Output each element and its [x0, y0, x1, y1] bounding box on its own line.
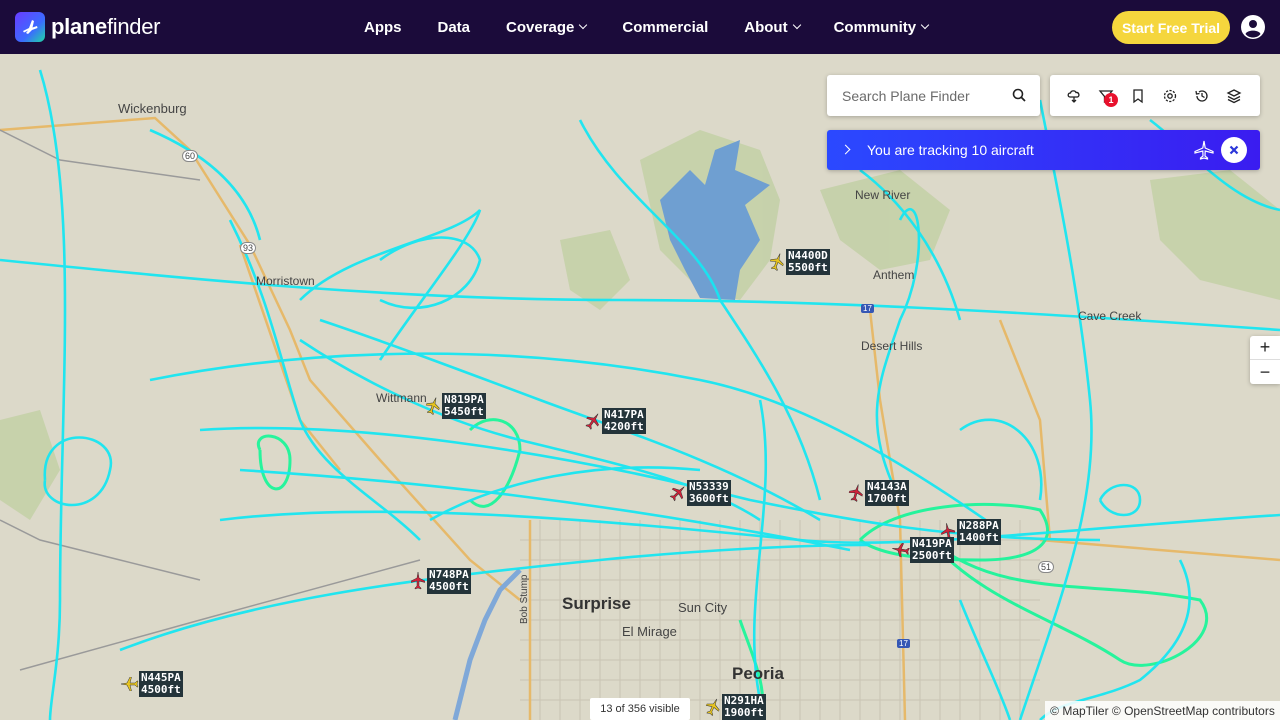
aircraft-marker[interactable]: N748PA 4500ft	[411, 568, 471, 594]
interstate-shield-17-north: 17	[861, 304, 874, 313]
aircraft-label: N419PA 2500ft	[910, 537, 954, 563]
aircraft-label: N53339 3600ft	[687, 480, 731, 506]
logo-icon	[15, 12, 45, 42]
aircraft-marker[interactable]: N4400D 5500ft	[769, 249, 830, 275]
top-nav: planefinder Apps Data Coverage Commercia…	[0, 0, 1280, 54]
aircraft-icon	[705, 698, 720, 716]
aircraft-icon	[585, 413, 600, 430]
tracking-banner[interactable]: You are tracking 10 aircraft	[827, 130, 1260, 170]
nav-about[interactable]: About	[744, 19, 801, 36]
visible-aircraft-count: 13 of 356 visible	[590, 698, 690, 720]
aircraft-icon	[425, 397, 440, 415]
place-surprise: Surprise	[562, 594, 631, 613]
place-wittmann: Wittmann	[376, 391, 427, 405]
settings-icon[interactable]	[1162, 88, 1178, 104]
close-tracking-button[interactable]	[1221, 137, 1247, 163]
search-icon[interactable]	[1012, 88, 1026, 102]
search-box	[827, 75, 1040, 116]
planefinder-logo[interactable]: planefinder	[15, 12, 161, 42]
aircraft-label: N288PA 1400ft	[957, 519, 1001, 545]
logo-wordmark: planefinder	[51, 14, 161, 39]
chevron-down-icon	[920, 20, 930, 30]
highway-shield-60: 60	[182, 150, 199, 162]
chevron-right-icon[interactable]	[840, 144, 851, 155]
aircraft-icon	[411, 572, 425, 590]
zoom-out-button[interactable]: −	[1250, 360, 1280, 384]
aircraft-icon	[769, 253, 784, 271]
place-peoria: Peoria	[732, 664, 784, 683]
place-new-river: New River	[855, 188, 911, 202]
place-cave-creek: Cave Creek	[1078, 309, 1142, 323]
aircraft-icon	[121, 677, 139, 691]
place-anthem: Anthem	[873, 268, 915, 282]
layers-icon[interactable]	[1226, 88, 1242, 104]
main-menu: Apps Data Coverage Commercial About Comm…	[364, 0, 930, 54]
account-icon[interactable]	[1241, 15, 1265, 39]
map-toolbar	[1050, 75, 1260, 116]
place-desert-hills: Desert Hills	[861, 339, 923, 353]
aircraft-label: N4143A 1700ft	[865, 480, 909, 506]
chevron-down-icon	[579, 20, 588, 30]
history-icon[interactable]	[1194, 88, 1210, 104]
aircraft-icon	[892, 542, 910, 558]
aircraft-icon	[669, 486, 685, 502]
aircraft-marker[interactable]: N4143A 1700ft	[848, 480, 909, 506]
search-input[interactable]	[842, 87, 1002, 104]
highway-shield-93: 93	[240, 242, 257, 254]
nav-commercial[interactable]: Commercial	[622, 19, 708, 36]
aircraft-label: N819PA 5450ft	[442, 393, 486, 419]
map-attribution[interactable]: © MapTiler © OpenStreetMap contributors	[1045, 701, 1280, 720]
nav-data[interactable]: Data	[438, 19, 471, 36]
nav-apps[interactable]: Apps	[364, 19, 402, 36]
aircraft-label: N4400D 5500ft	[786, 249, 830, 275]
zoom-control: + −	[1250, 336, 1280, 384]
aircraft-marker[interactable]: N445PA 4500ft	[121, 671, 183, 697]
bookmark-icon[interactable]	[1130, 88, 1146, 104]
aircraft-marker[interactable]: N417PA 4200ft	[585, 408, 646, 434]
nav-community[interactable]: Community	[834, 19, 930, 36]
highway-shield-51: 51	[1038, 561, 1055, 573]
filter-count-badge: 1	[1104, 93, 1118, 107]
place-el-mirage: El Mirage	[622, 624, 677, 639]
start-free-trial-button[interactable]: Start Free Trial	[1112, 11, 1230, 44]
road-bob-stump: Bob Stump	[519, 574, 530, 624]
aircraft-marker[interactable]: N53339 3600ft	[669, 480, 731, 506]
tracking-text: You are tracking 10 aircraft	[867, 142, 1034, 158]
nav-coverage[interactable]: Coverage	[506, 19, 588, 36]
weather-icon[interactable]	[1066, 88, 1082, 104]
aircraft-label: N291HA 1900ft	[722, 694, 766, 720]
aircraft-icon	[848, 484, 864, 502]
aircraft-marker[interactable]: N291HA 1900ft	[705, 694, 766, 720]
aircraft-label: N445PA 4500ft	[139, 671, 183, 697]
interstate-shield-17-south: 17	[897, 639, 910, 648]
aircraft-label: N748PA 4500ft	[427, 568, 471, 594]
zoom-in-button[interactable]: +	[1250, 336, 1280, 360]
place-sun-city: Sun City	[678, 600, 728, 615]
place-morristown: Morristown	[256, 274, 315, 288]
close-icon	[1229, 145, 1239, 155]
aircraft-label: N417PA 4200ft	[602, 408, 646, 434]
airplane-icon	[1194, 140, 1214, 160]
aircraft-marker[interactable]: N819PA 5450ft	[425, 393, 486, 419]
chevron-down-icon	[792, 20, 801, 30]
place-wickenburg: Wickenburg	[118, 101, 187, 116]
aircraft-marker[interactable]: N419PA 2500ft	[892, 537, 954, 563]
